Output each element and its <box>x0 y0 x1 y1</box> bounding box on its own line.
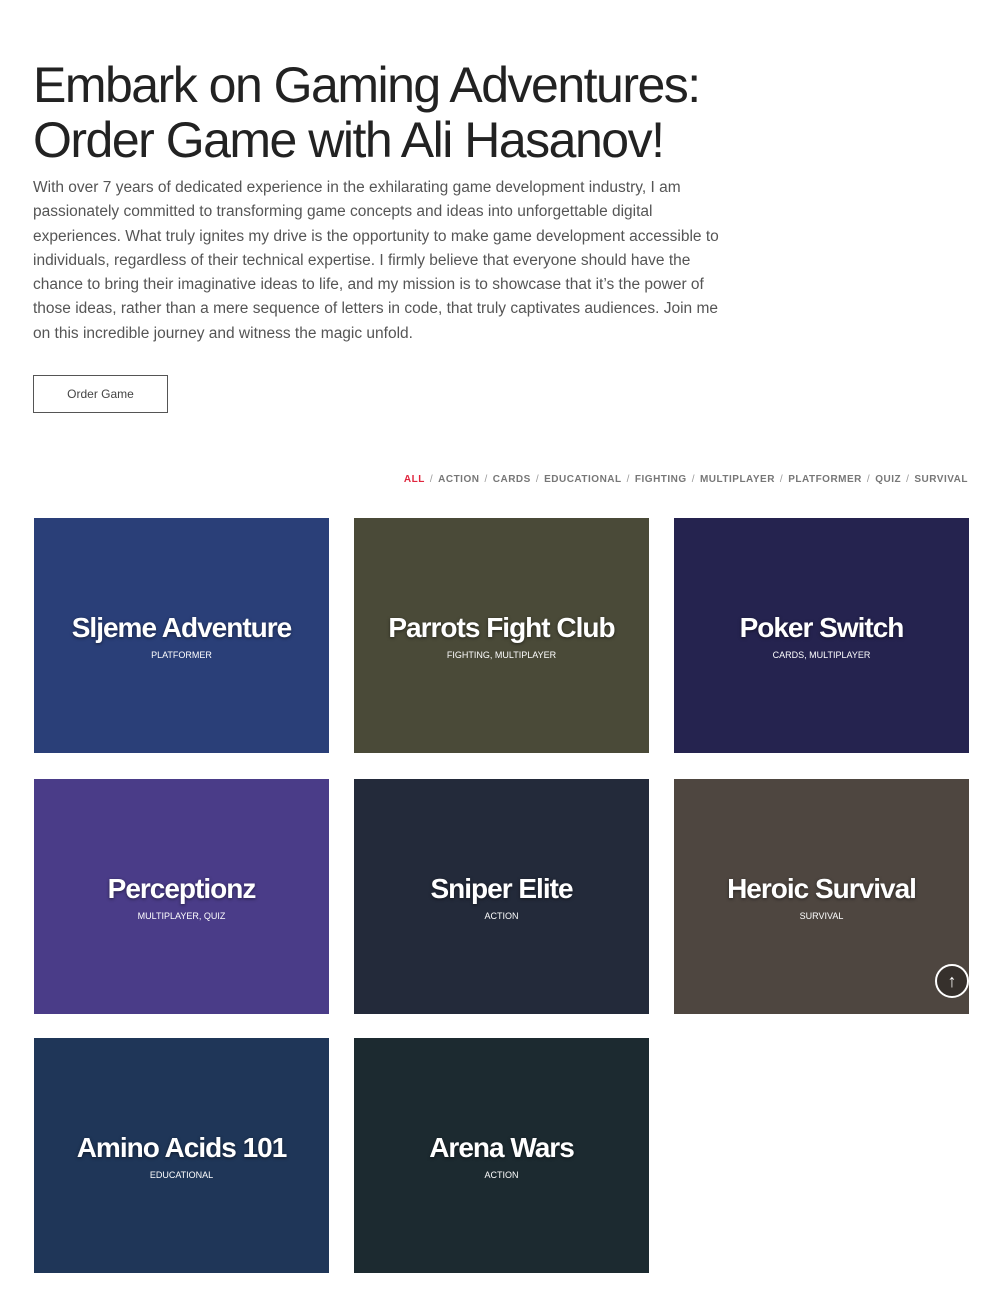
game-card[interactable]: Poker Switch CARDS, MULTIPLAYER <box>674 518 969 753</box>
game-category: FIGHTING, MULTIPLAYER <box>446 649 557 660</box>
filter-action[interactable]: ACTION <box>438 474 479 485</box>
filter-separator: / <box>535 474 540 485</box>
game-card[interactable]: Heroic Survival SURVIVAL <box>674 779 969 1014</box>
game-category: MULTIPLAYER, QUIZ <box>137 910 226 921</box>
filter-fighting[interactable]: FIGHTING <box>635 474 687 485</box>
game-category: PLATFORMER <box>151 649 212 660</box>
filter-separator: / <box>866 474 871 485</box>
game-title: Poker Switch <box>739 611 905 643</box>
game-title: Parrots Fight Club <box>388 611 615 643</box>
arrow-up-icon: ↑ <box>947 970 957 991</box>
filter-separator: / <box>691 474 695 485</box>
game-card[interactable]: Parrots Fight Club FIGHTING, MULTIPLAYER <box>354 518 649 753</box>
scroll-to-top-button[interactable]: ↑ <box>935 964 969 998</box>
game-title: Sniper Elite <box>430 872 573 904</box>
game-title: Sljeme Adventure <box>71 611 292 643</box>
game-category: ACTION <box>484 910 519 921</box>
game-card[interactable]: Arena Wars ACTION <box>354 1038 649 1273</box>
filter-survival[interactable]: SURVIVAL <box>914 474 968 485</box>
game-title: Heroic Survival <box>727 872 917 904</box>
filter-quiz[interactable]: QUIZ <box>875 474 901 485</box>
game-title: Perceptionz <box>107 872 257 904</box>
filter-platformer[interactable]: PLATFORMER <box>788 474 862 485</box>
game-title: Arena Wars <box>429 1131 575 1163</box>
game-card[interactable]: Perceptionz MULTIPLAYER, QUIZ <box>34 779 329 1014</box>
page-title: Embark on Gaming Adventures: Order Game … <box>33 57 701 168</box>
filter-separator: / <box>906 474 910 485</box>
filter-all[interactable]: ALL <box>404 474 425 485</box>
filter-separator: / <box>429 474 434 485</box>
filter-separator: / <box>626 474 630 485</box>
game-card[interactable]: Amino Acids 101 EDUCATIONAL <box>34 1038 329 1273</box>
game-card[interactable]: Sniper Elite ACTION <box>354 779 649 1014</box>
game-category: ACTION <box>484 1169 519 1180</box>
game-card[interactable]: Sljeme Adventure PLATFORMER <box>34 518 329 753</box>
intro-text: With over 7 years of dedicated experienc… <box>33 179 719 342</box>
filter-separator: / <box>779 474 784 485</box>
filter-separator: / <box>484 474 488 485</box>
category-filters: ALL / ACTION / CARDS / EDUCATIONAL / FIGHTING / MU… <box>404 474 968 485</box>
game-category: EDUCATIONAL <box>149 1169 214 1180</box>
game-category: CARDS, MULTIPLAYER <box>772 649 871 660</box>
game-title: Amino Acids 101 <box>76 1131 288 1163</box>
filter-multiplayer[interactable]: MULTIPLAYER <box>700 474 775 485</box>
filter-cards[interactable]: CARDS <box>493 474 531 485</box>
filter-educational[interactable]: EDUCATIONAL <box>544 474 622 485</box>
game-category: SURVIVAL <box>799 910 844 921</box>
order-game-button[interactable]: Order Game <box>33 375 168 413</box>
